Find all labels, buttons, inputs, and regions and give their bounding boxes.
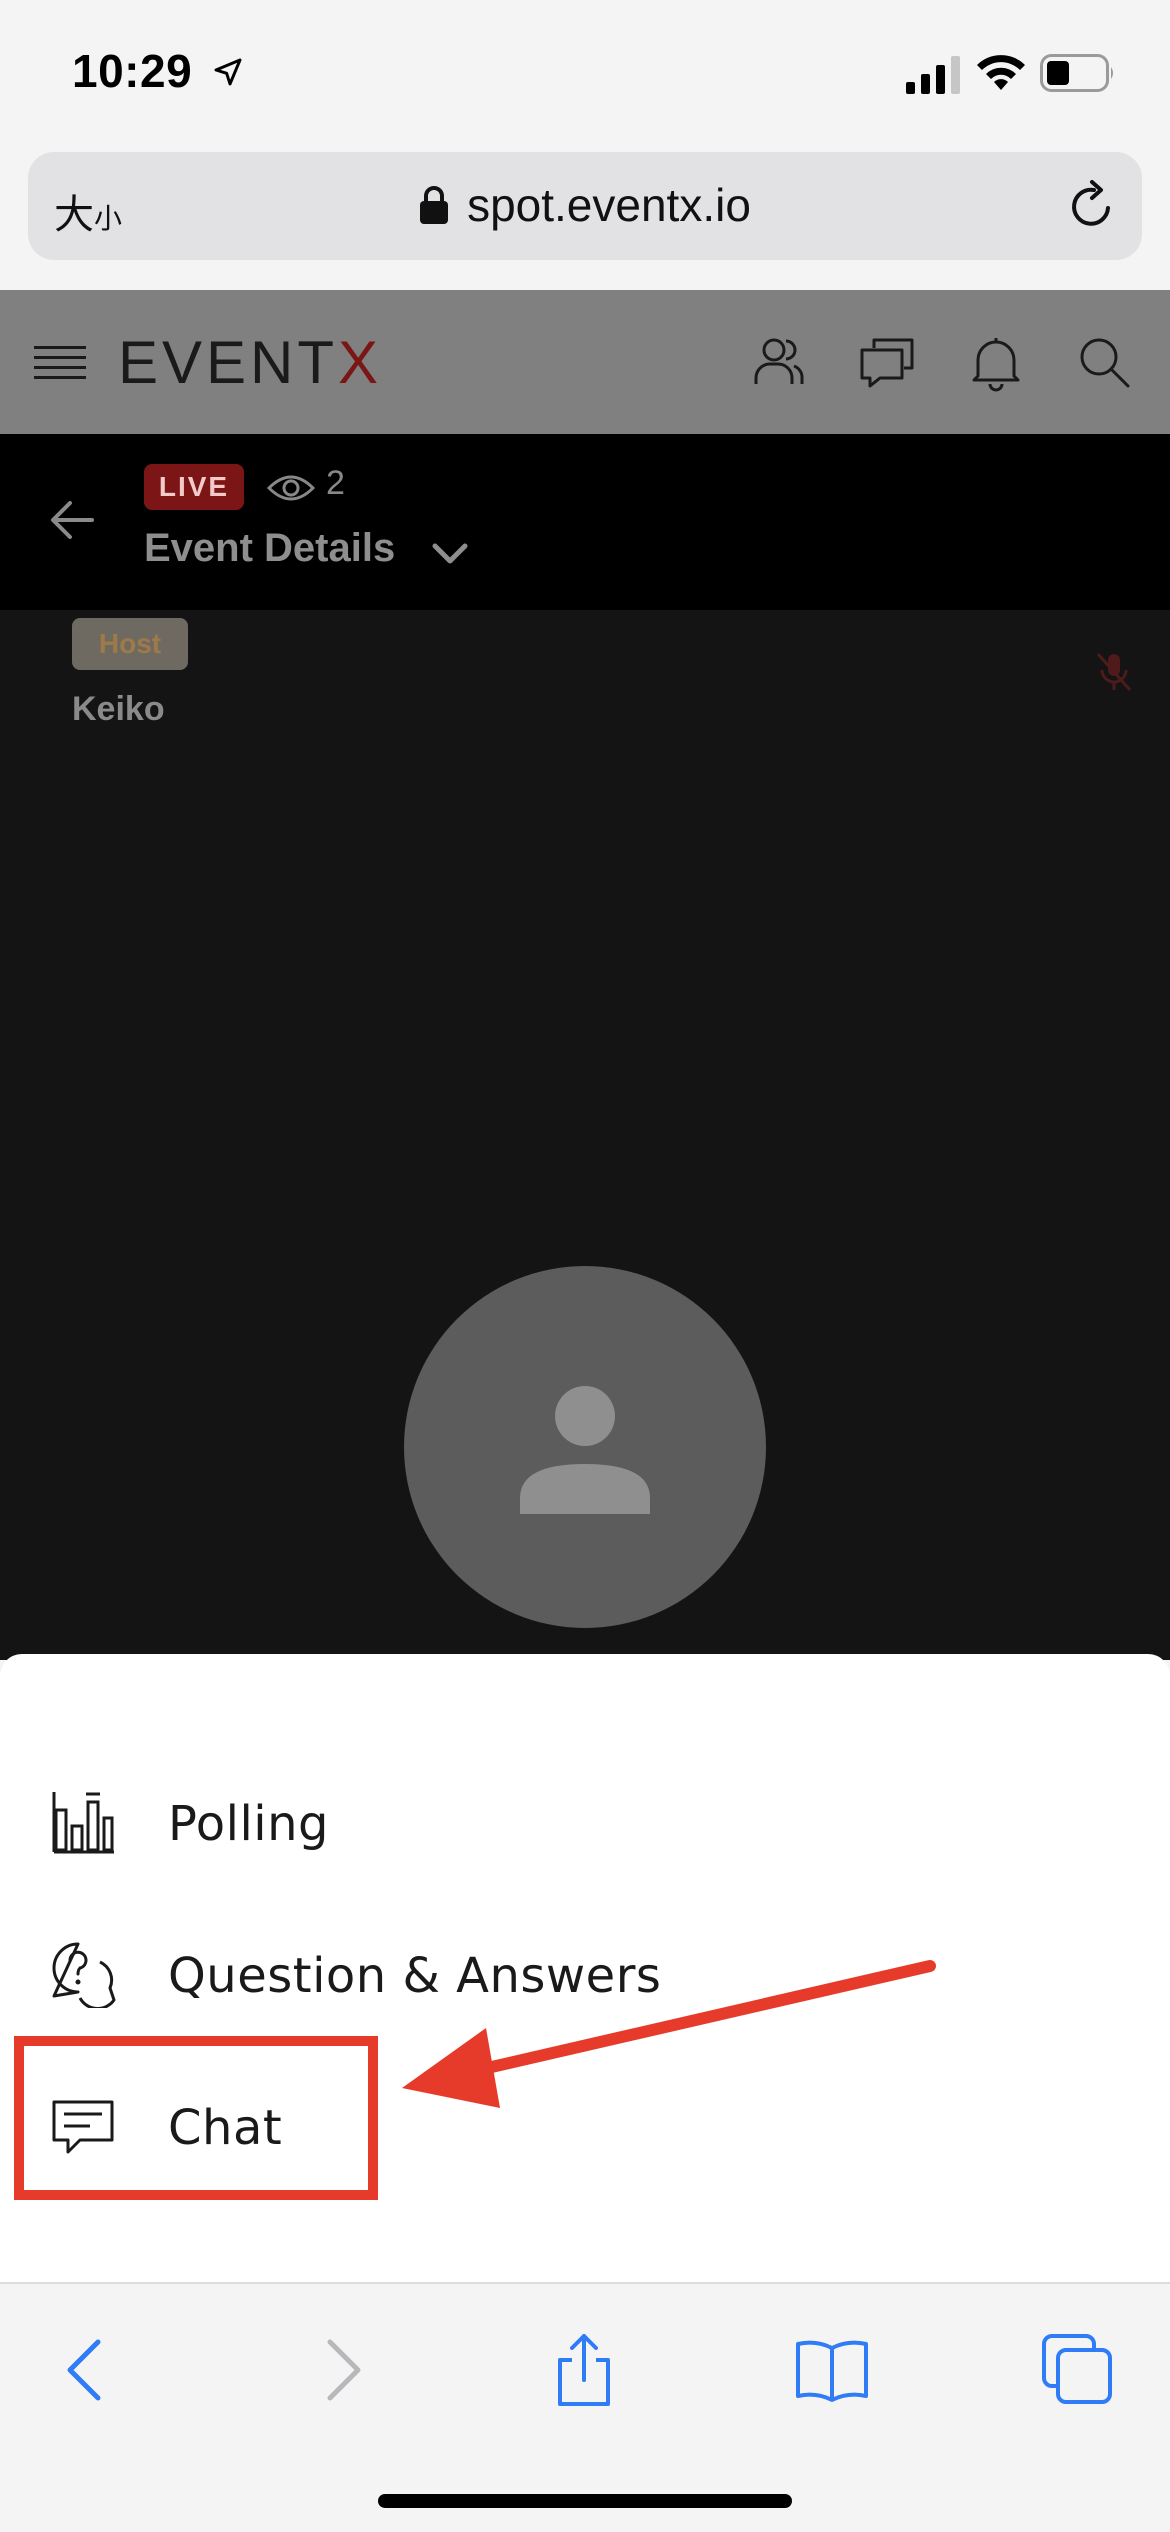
- status-bar: 10:29: [0, 0, 1170, 148]
- location-arrow-icon: [214, 58, 242, 86]
- menu-item-polling[interactable]: Polling: [0, 1758, 1170, 1888]
- home-indicator: [378, 2494, 792, 2508]
- url-display[interactable]: spot.eventx.io: [28, 178, 1142, 232]
- event-details-title[interactable]: Event Details: [144, 526, 395, 571]
- eventx-logo[interactable]: EVENTX: [118, 328, 382, 397]
- avatar: [404, 1266, 766, 1628]
- session-bar: LIVE 2 Event Details: [0, 434, 1170, 610]
- viewer-count: 2: [326, 464, 345, 502]
- annotation-arrow-icon: [402, 1960, 936, 2108]
- reload-icon[interactable]: [1064, 178, 1120, 234]
- search-icon[interactable]: [1074, 332, 1134, 392]
- mic-muted-icon: [1096, 653, 1132, 691]
- browser-toolbar: [0, 2282, 1170, 2532]
- cellular-signal-icon: [906, 56, 960, 94]
- tabs-icon[interactable]: [1040, 2332, 1116, 2408]
- wifi-icon: [977, 55, 1025, 90]
- url-text: spot.eventx.io: [467, 179, 751, 231]
- host-badge: Host: [72, 618, 188, 670]
- battery-icon: [1040, 54, 1113, 92]
- share-icon[interactable]: [546, 2332, 622, 2408]
- person-silhouette-icon: [520, 1386, 650, 1514]
- messages-icon[interactable]: [858, 332, 918, 392]
- host-name: Keiko: [72, 690, 165, 728]
- menu-label-polling: Polling: [168, 1796, 329, 1852]
- people-icon[interactable]: [748, 332, 808, 392]
- status-time: 10:29: [72, 45, 193, 97]
- logo-text: EVENT: [118, 329, 339, 396]
- bookmarks-icon[interactable]: [794, 2332, 870, 2408]
- hamburger-menu-icon[interactable]: [34, 342, 86, 382]
- logo-accent: X: [338, 329, 383, 396]
- lock-icon: [420, 186, 449, 224]
- chevron-down-icon[interactable]: [430, 538, 470, 568]
- annotation-highlight-box: [14, 2036, 378, 2200]
- live-badge: LIVE: [144, 464, 244, 510]
- qa-bubbles-icon: [52, 1942, 116, 2008]
- bell-icon[interactable]: [966, 332, 1026, 392]
- back-arrow-icon[interactable]: [46, 494, 98, 546]
- bar-chart-icon: [52, 1792, 114, 1854]
- forward-chevron-icon[interactable]: [302, 2332, 378, 2408]
- back-chevron-icon[interactable]: [50, 2332, 126, 2408]
- video-stage: Host Keiko: [0, 610, 1170, 1660]
- address-bar[interactable]: 大小 spot.eventx.io: [28, 152, 1142, 260]
- app-header: EVENTX: [0, 290, 1170, 434]
- eye-icon: [266, 475, 316, 501]
